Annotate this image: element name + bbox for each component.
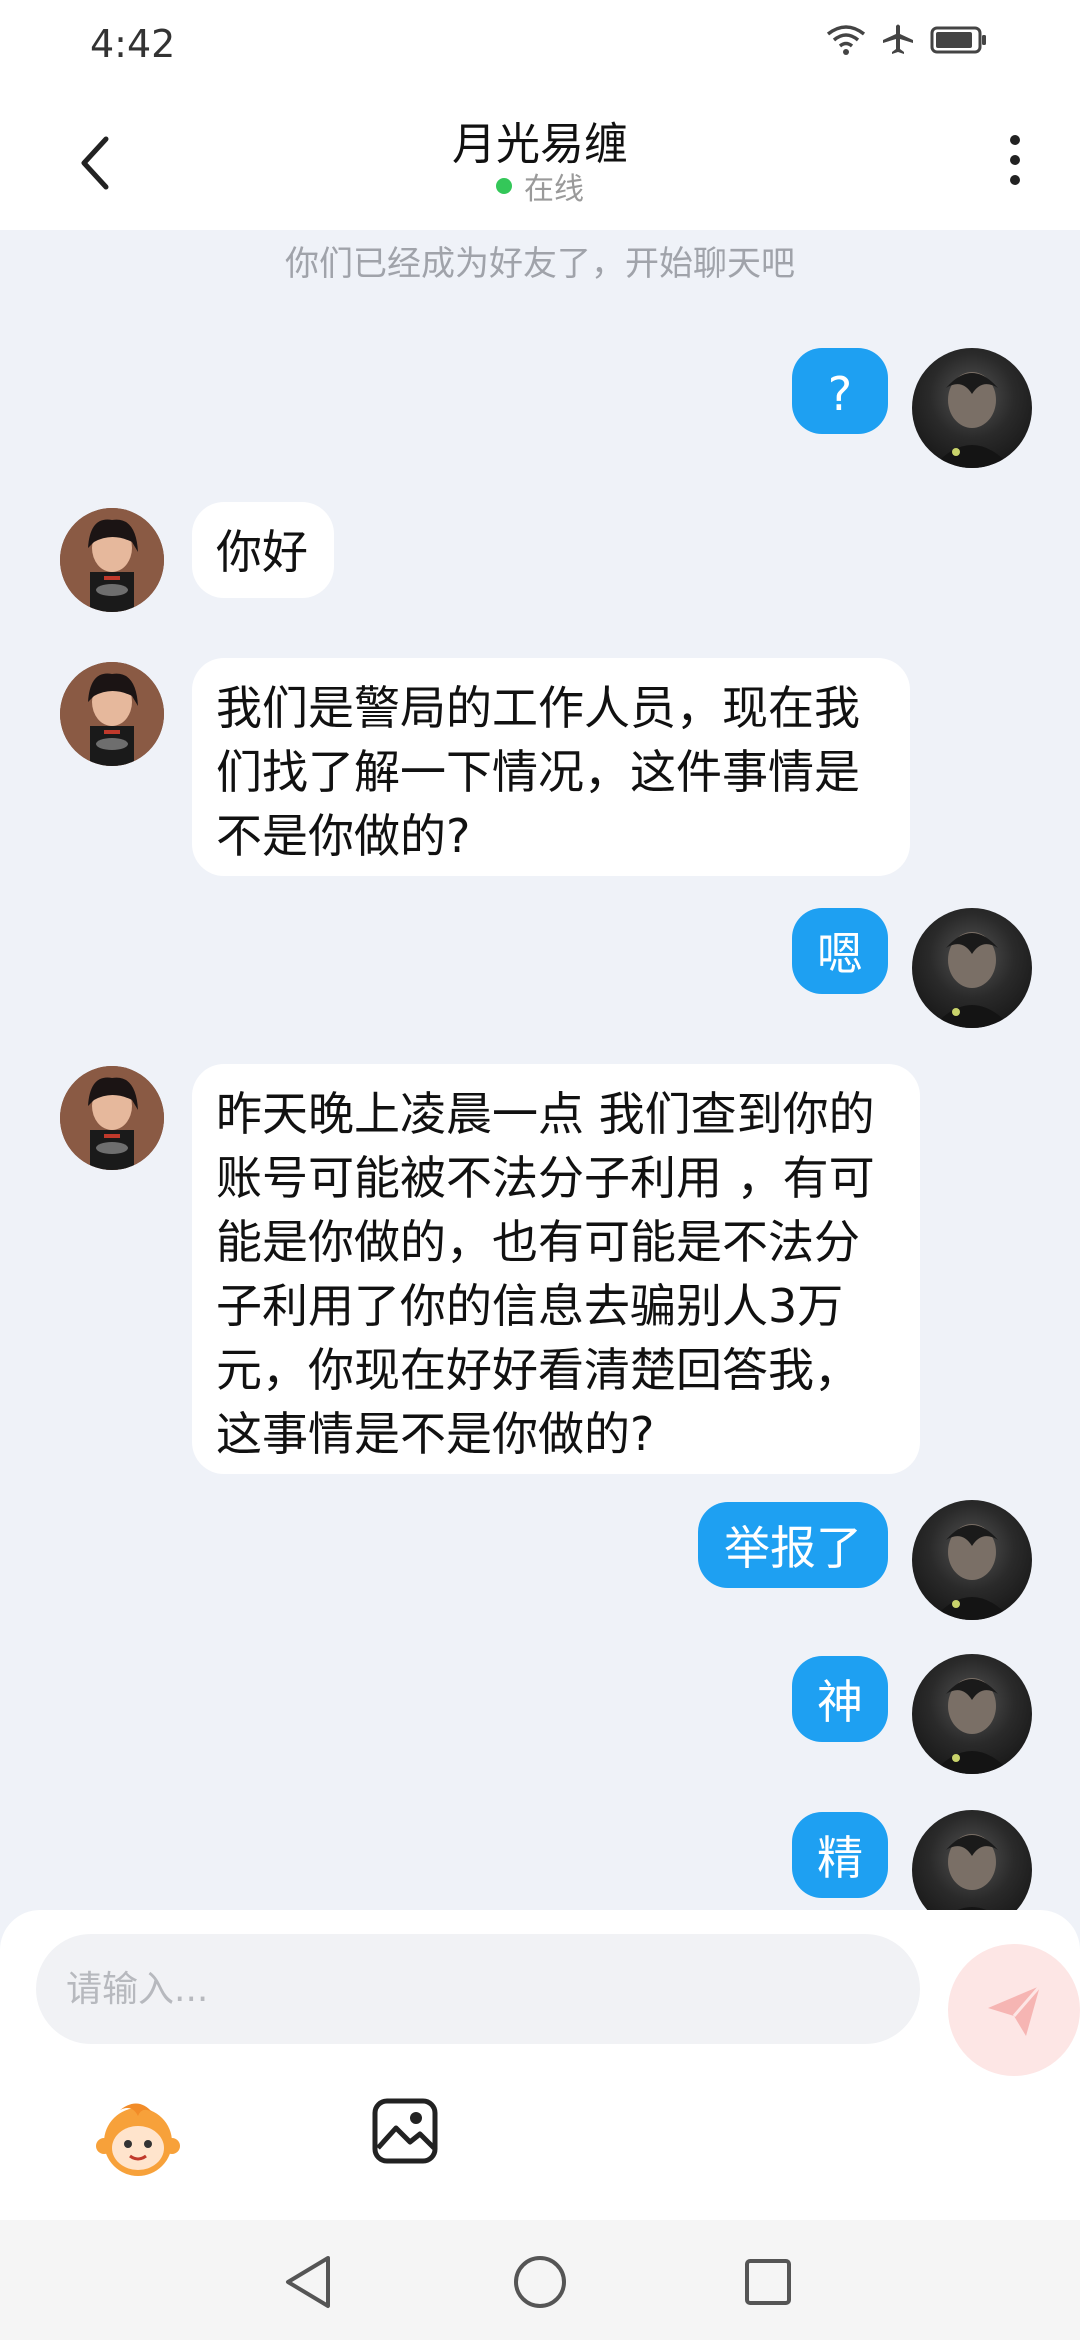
message-list[interactable]: 你们已经成为好友了，开始聊天吧 ? 你好 我们是警局的工作人员，现在我们找了解一… — [0, 230, 1080, 1910]
composer — [0, 1910, 1080, 2220]
presence-status: 在线 — [0, 164, 1080, 208]
chat-header: 月光易缠 在线 — [0, 90, 1080, 230]
online-dot-icon — [496, 178, 512, 194]
presence-text: 在线 — [524, 172, 584, 207]
contact-avatar[interactable] — [60, 508, 164, 612]
send-button[interactable] — [948, 1944, 1080, 2076]
battery-icon — [930, 25, 988, 55]
home-circle-icon — [514, 2256, 566, 2308]
my-avatar[interactable] — [912, 1810, 1032, 1910]
recents-square-icon — [745, 2259, 791, 2305]
message-input[interactable] — [36, 1934, 920, 2044]
received-message-bubble[interactable]: 我们是警局的工作人员，现在我们找了解一下情况，这件事情是不是你做的? — [192, 658, 910, 876]
my-avatar[interactable] — [912, 908, 1032, 1028]
sent-message-bubble[interactable]: 神 — [792, 1656, 888, 1742]
nav-back-button[interactable] — [276, 2250, 340, 2314]
my-avatar[interactable] — [912, 1654, 1032, 1774]
back-triangle-icon — [286, 2256, 330, 2308]
more-dot-icon — [1010, 155, 1020, 165]
status-icons — [826, 22, 988, 58]
nav-recents-button[interactable] — [736, 2250, 800, 2314]
sent-message-bubble[interactable]: ? — [792, 348, 888, 434]
more-dot-icon — [1010, 135, 1020, 145]
airplane-icon — [880, 22, 916, 58]
received-message-bubble[interactable]: 你好 — [192, 502, 334, 598]
sent-message-bubble[interactable]: 举报了 — [698, 1502, 888, 1588]
my-avatar[interactable] — [912, 1500, 1032, 1620]
status-time: 4:42 — [90, 22, 176, 66]
my-avatar[interactable] — [912, 348, 1032, 468]
send-icon — [988, 1985, 1042, 2036]
more-dot-icon — [1010, 175, 1020, 185]
contact-avatar[interactable] — [60, 662, 164, 766]
sent-message-bubble[interactable]: 嗯 — [792, 908, 888, 994]
sent-message-bubble[interactable]: 精 — [792, 1812, 888, 1898]
emoji-icon — [96, 2103, 180, 2176]
contact-avatar[interactable] — [60, 1066, 164, 1170]
more-options-button[interactable] — [990, 120, 1040, 200]
image-button[interactable] — [370, 2096, 440, 2166]
status-bar: 4:42 — [0, 0, 1080, 90]
wifi-icon — [826, 24, 866, 56]
system-nav-bar — [0, 2220, 1080, 2340]
emoji-button[interactable] — [90, 2090, 186, 2186]
contact-name: 月光易缠 — [452, 119, 628, 170]
system-note: 你们已经成为好友了，开始聊天吧 — [285, 244, 795, 284]
image-icon — [372, 2098, 438, 2164]
received-message-bubble[interactable]: 昨天晚上凌晨一点 我们查到你的账号可能被不法分子利用 ，有可能是你做的，也有可能… — [192, 1064, 920, 1474]
nav-home-button[interactable] — [508, 2250, 572, 2314]
